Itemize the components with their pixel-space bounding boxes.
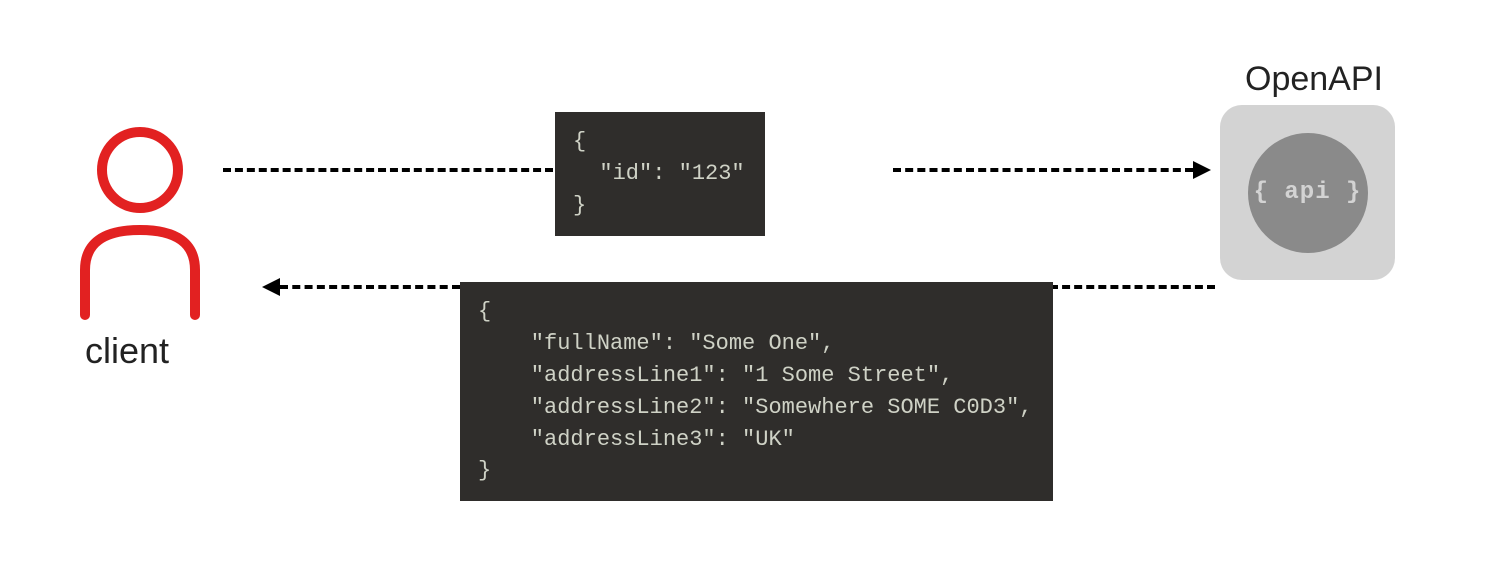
arrowhead-right-icon [1193, 161, 1211, 179]
diagram-root: client { "id": "123" } { "fullName": "So… [0, 0, 1504, 568]
arrowhead-left-icon [262, 278, 280, 296]
request-arrow-segment-right [893, 168, 1193, 172]
response-code-block: { "fullName": "Some One", "addressLine1"… [460, 282, 1053, 501]
api-box: { api } [1220, 105, 1395, 280]
client-label: client [85, 330, 169, 372]
request-code-block: { "id": "123" } [555, 112, 765, 236]
api-badge-text: { api } [1254, 179, 1362, 206]
client-icon [70, 120, 210, 320]
api-circle-icon: { api } [1248, 133, 1368, 253]
request-arrow-segment-left [223, 168, 553, 172]
response-arrow-segment-right [1050, 285, 1215, 289]
api-label: OpenAPI [1245, 60, 1383, 99]
response-arrow-segment-left [280, 285, 460, 289]
